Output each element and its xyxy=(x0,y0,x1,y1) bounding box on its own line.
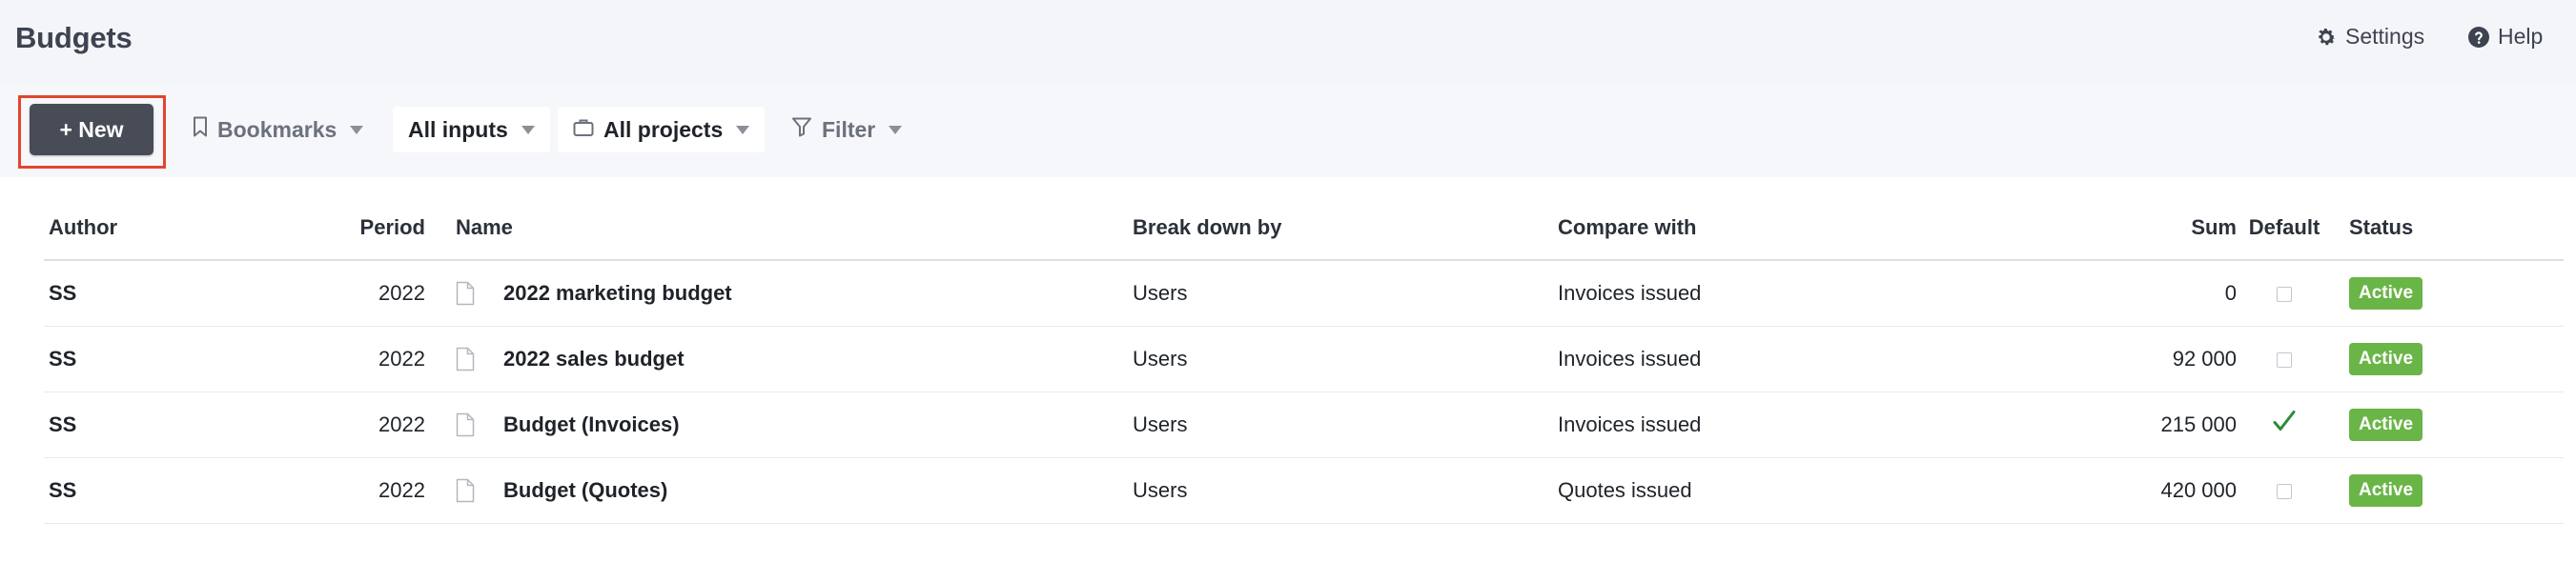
filter-icon xyxy=(791,116,812,143)
period-cell: 2022 xyxy=(335,457,425,524)
status-badge: Active xyxy=(2349,343,2423,375)
table-header-row: Author Period Name Break down by Compare… xyxy=(44,196,2564,261)
help-label: Help xyxy=(2498,24,2544,49)
column-spacer xyxy=(425,391,456,458)
compare-with-cell: Invoices issued xyxy=(1558,391,1985,458)
break-down-by-cell: Users xyxy=(1133,260,1558,327)
budget-name-link[interactable]: 2022 sales budget xyxy=(503,347,685,371)
page-title: Budgets xyxy=(15,21,133,54)
document-icon xyxy=(456,281,475,306)
break-down-by-cell: Users xyxy=(1133,457,1558,524)
status-cell: Active xyxy=(2332,260,2564,327)
document-icon xyxy=(456,347,475,371)
compare-with-cell: Invoices issued xyxy=(1558,326,1985,392)
gear-icon xyxy=(2315,26,2338,49)
author-cell: SS xyxy=(44,391,335,458)
budget-name-link[interactable]: 2022 marketing budget xyxy=(503,281,732,306)
sum-cell: 420 000 xyxy=(1985,457,2237,524)
column-header-sum[interactable]: Sum xyxy=(1985,196,2237,261)
status-badge: Active xyxy=(2349,409,2423,441)
break-down-by-cell: Users xyxy=(1133,391,1558,458)
compare-with-cell: Invoices issued xyxy=(1558,260,1985,327)
sum-cell: 92 000 xyxy=(1985,326,2237,392)
filter-dropdown[interactable]: Filter xyxy=(791,107,903,152)
chevron-down-icon xyxy=(736,125,750,134)
column-header-period[interactable]: Period xyxy=(335,196,425,261)
period-cell: 2022 xyxy=(335,391,425,458)
default-checkbox[interactable] xyxy=(2277,352,2292,369)
default-cell xyxy=(2237,391,2332,458)
chevron-down-icon xyxy=(350,125,364,134)
column-spacer xyxy=(425,457,456,524)
inputs-dropdown[interactable]: All inputs xyxy=(393,107,550,152)
budget-name-link[interactable]: Budget (Quotes) xyxy=(503,478,667,503)
default-checkbox[interactable] xyxy=(2277,287,2292,303)
checkmark-icon[interactable] xyxy=(2272,410,2297,440)
column-header-status[interactable]: Status xyxy=(2332,196,2564,261)
document-icon xyxy=(456,478,475,503)
budget-name-link[interactable]: Budget (Invoices) xyxy=(503,412,680,437)
sum-cell: 0 xyxy=(1985,260,2237,327)
table-row[interactable]: SS 2022 2022 marketing budget Users Invo… xyxy=(44,260,2564,327)
author-cell: SS xyxy=(44,326,335,392)
new-button[interactable]: + New xyxy=(30,104,153,155)
settings-link[interactable]: Settings xyxy=(2315,24,2424,50)
bookmarks-label: Bookmarks xyxy=(217,116,337,142)
column-header-name[interactable]: Name xyxy=(456,196,1133,261)
column-header-author[interactable]: Author xyxy=(44,196,335,261)
filter-label: Filter xyxy=(822,116,876,142)
column-header-compare-with[interactable]: Compare with xyxy=(1558,196,1985,261)
projects-label: All projects xyxy=(603,116,724,142)
table-row[interactable]: SS 2022 Budget (Quotes) Users Quotes iss… xyxy=(44,457,2564,524)
status-cell: Active xyxy=(2332,457,2564,524)
budgets-table: Author Period Name Break down by Compare… xyxy=(44,196,2564,524)
chevron-down-icon xyxy=(889,125,903,134)
settings-label: Settings xyxy=(2345,24,2425,49)
name-cell: 2022 sales budget xyxy=(456,326,1133,392)
period-cell: 2022 xyxy=(335,326,425,392)
table-row[interactable]: SS 2022 Budget (Invoices) Users Invoices… xyxy=(44,391,2564,458)
bookmark-icon xyxy=(193,116,208,143)
compare-with-cell: Quotes issued xyxy=(1558,457,1985,524)
projects-dropdown[interactable]: All projects xyxy=(558,107,766,152)
status-badge: Active xyxy=(2349,277,2423,310)
inputs-label: All inputs xyxy=(408,116,508,142)
document-icon xyxy=(456,412,475,437)
break-down-by-cell: Users xyxy=(1133,326,1558,392)
table-row[interactable]: SS 2022 2022 sales budget Users Invoices… xyxy=(44,326,2564,392)
default-checkbox[interactable] xyxy=(2277,484,2292,500)
name-cell: Budget (Quotes) xyxy=(456,457,1133,524)
default-cell xyxy=(2237,260,2332,327)
sum-cell: 215 000 xyxy=(1985,391,2237,458)
column-spacer xyxy=(425,196,456,261)
column-header-default[interactable]: Default xyxy=(2237,196,2332,261)
chevron-down-icon xyxy=(521,125,535,134)
column-header-break-down-by[interactable]: Break down by xyxy=(1133,196,1558,261)
name-cell: Budget (Invoices) xyxy=(456,391,1133,458)
help-link[interactable]: Help xyxy=(2467,24,2543,50)
toolbar: + New Bookmarks All inputs All projects xyxy=(0,84,2576,177)
status-cell: Active xyxy=(2332,391,2564,458)
bookmarks-dropdown[interactable]: Bookmarks xyxy=(193,107,364,152)
column-spacer xyxy=(425,260,456,327)
name-cell: 2022 marketing budget xyxy=(456,260,1133,327)
author-cell: SS xyxy=(44,260,335,327)
help-icon xyxy=(2467,26,2490,49)
default-cell xyxy=(2237,326,2332,392)
budgets-page: Budgets Settings Help + New Bookmarks Al… xyxy=(0,0,2576,562)
default-cell xyxy=(2237,457,2332,524)
page-header: Budgets Settings Help xyxy=(0,0,2576,84)
author-cell: SS xyxy=(44,457,335,524)
briefcase-icon xyxy=(573,117,594,143)
column-spacer xyxy=(425,326,456,392)
period-cell: 2022 xyxy=(335,260,425,327)
status-badge: Active xyxy=(2349,474,2423,507)
status-cell: Active xyxy=(2332,326,2564,392)
